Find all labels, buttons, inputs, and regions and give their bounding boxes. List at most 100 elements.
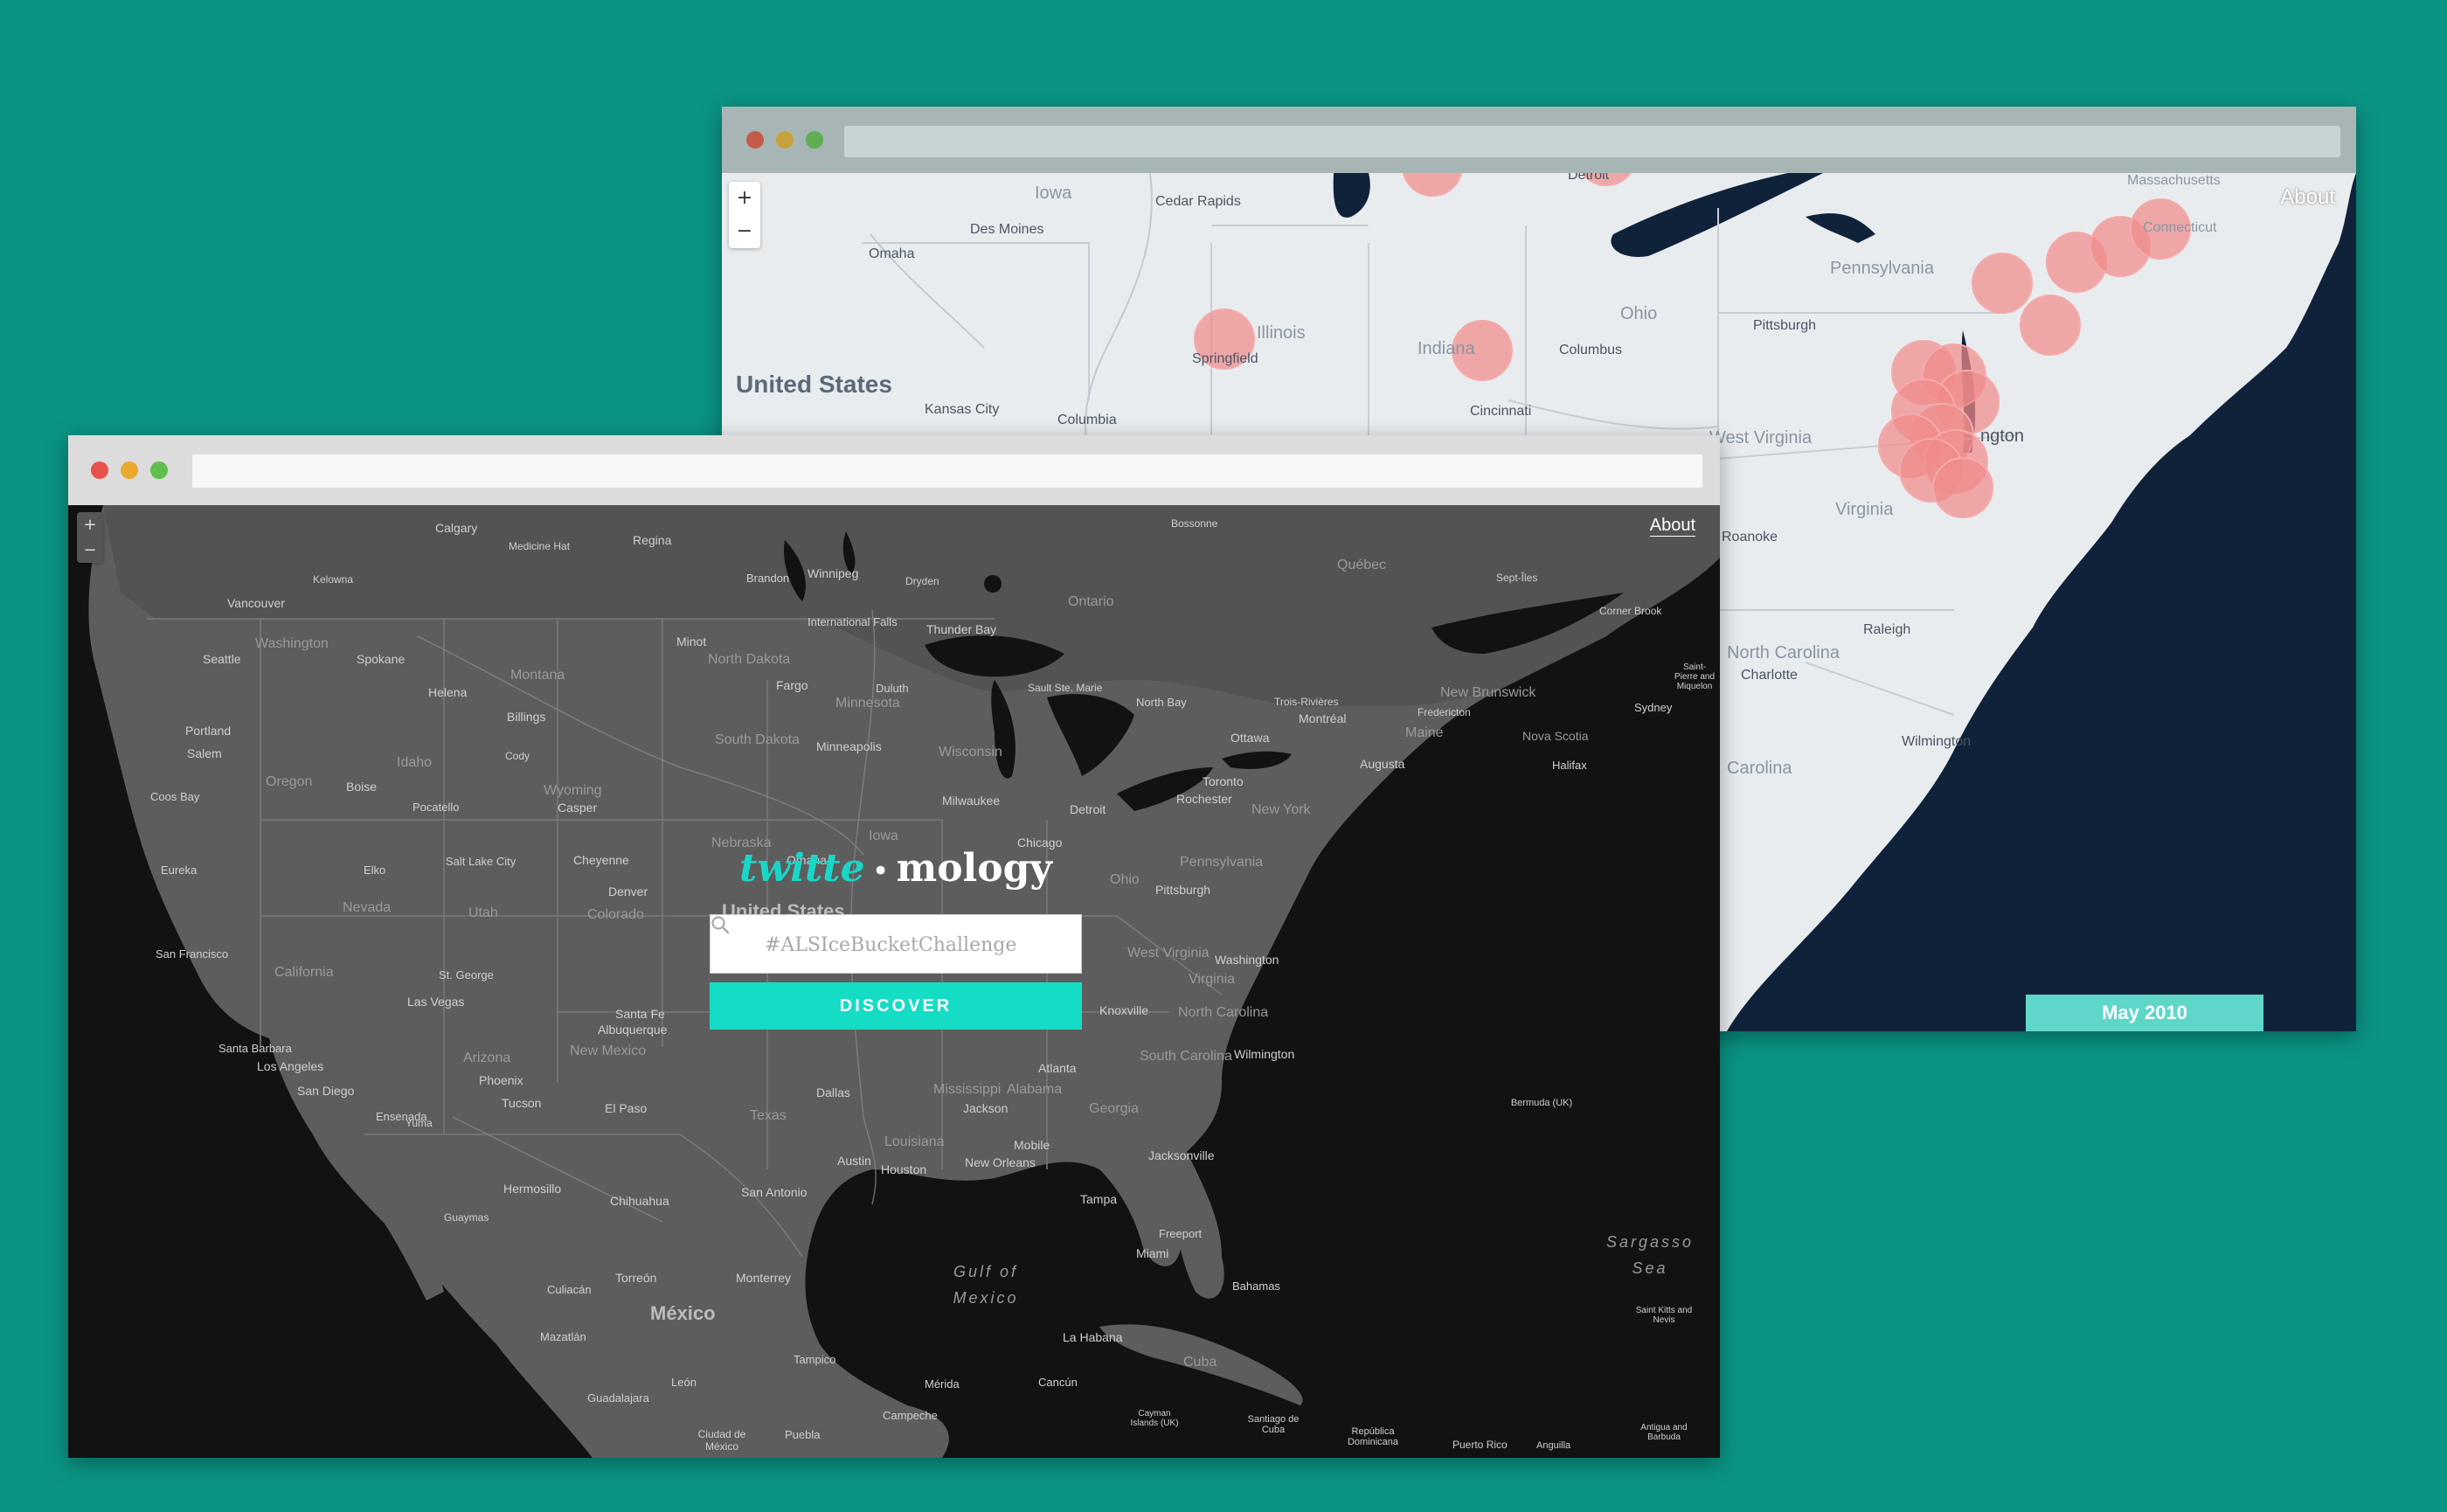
label-portland: Portland (185, 724, 232, 738)
logo-right-text: mology (896, 846, 1052, 891)
label-colorado: Colorado (587, 907, 644, 922)
discover-button[interactable]: DISCOVER (710, 982, 1082, 1030)
label-detroit: Detroit (1568, 173, 1610, 183)
front-about-link[interactable]: About (1649, 516, 1695, 537)
search-panel: twitte•mology DISCOVER (710, 844, 1082, 1030)
label-la-habana: La Habana (1063, 1330, 1123, 1344)
label-houston: Houston (881, 1162, 927, 1176)
label-hermosillo: Hermosillo (503, 1182, 562, 1196)
label-culiacan: Culiacán (547, 1283, 592, 1296)
label-dallas: Dallas (816, 1085, 850, 1099)
label-monterrey: Monterrey (736, 1271, 792, 1285)
label-saint-pierre: Saint-Pierre and Miquelon (1674, 662, 1716, 691)
label-washington-dc: Washington (1215, 953, 1279, 967)
label-kansas-city: Kansas City (925, 402, 1000, 417)
label-miami: Miami (1136, 1246, 1169, 1260)
logo-left-text: twitte (739, 846, 865, 891)
label-oregon: Oregon (266, 774, 313, 789)
label-ciudad-de-mexico: Ciudad de México (697, 1428, 746, 1453)
label-vancouver: Vancouver (227, 596, 285, 610)
label-roanoke: Roanoke (1722, 530, 1778, 544)
label-ohio: Ohio (1620, 304, 1658, 323)
close-dot-icon[interactable] (746, 131, 764, 149)
label-casper: Casper (558, 801, 598, 815)
label-cuba: Cuba (1183, 1355, 1217, 1370)
label-wyoming: Wyoming (544, 783, 602, 798)
zoom-in-button[interactable]: + (77, 512, 103, 538)
label-springfield: Springfield (1192, 351, 1258, 366)
label-jacksonville: Jacksonville (1148, 1148, 1215, 1162)
label-united-states: United States (736, 371, 892, 398)
data-bubble (2020, 295, 2081, 356)
label-albuquerque: Albuquerque (598, 1023, 668, 1037)
label-seattle: Seattle (203, 652, 241, 666)
label-tucson: Tucson (502, 1096, 542, 1110)
back-zoom-control: + − (729, 182, 760, 248)
label-pennsylvania: Pennsylvania (1180, 855, 1264, 870)
label-cincinnati: Cincinnati (1470, 404, 1532, 419)
data-bubble (1972, 253, 2033, 314)
close-dot-icon[interactable] (91, 461, 108, 479)
hashtag-search-input[interactable] (763, 915, 1072, 974)
label-sault-ste-marie: Sault Ste. Marie (1028, 682, 1103, 694)
label-eureka: Eureka (161, 864, 198, 877)
label-virginia: Virginia (1835, 500, 1894, 519)
search-field[interactable] (710, 914, 1082, 974)
back-address-bar[interactable] (844, 126, 2340, 157)
label-connecticut: Connecticut (2143, 220, 2217, 235)
label-ottawa: Ottawa (1230, 731, 1270, 745)
minimize-dot-icon[interactable] (121, 461, 138, 479)
label-iowa: Iowa (1035, 184, 1072, 203)
label-sept-iles: Sept-Îles (1496, 572, 1538, 584)
data-bubble (1932, 457, 1993, 518)
label-helena: Helena (428, 685, 468, 699)
label-alabama: Alabama (1007, 1082, 1063, 1097)
back-titlebar (722, 107, 2356, 173)
zoom-in-button[interactable]: + (729, 182, 760, 215)
label-cayman: Cayman Islands (UK) (1130, 1409, 1179, 1428)
label-sargasso-sea: Sargasso Sea (1605, 1233, 1695, 1277)
label-idaho: Idaho (397, 755, 433, 770)
label-san-diego: San Diego (297, 1084, 355, 1098)
label-knoxville: Knoxville (1099, 1003, 1149, 1017)
label-wilmington: Wilmington (1234, 1047, 1295, 1061)
label-international-falls: International Falls (808, 615, 898, 628)
label-st-george: St. George (439, 968, 494, 981)
label-spokane: Spokane (357, 652, 406, 666)
label-pittsburgh: Pittsburgh (1753, 318, 1817, 333)
label-duluth: Duluth (876, 682, 909, 695)
zoom-out-button[interactable]: − (729, 215, 760, 248)
label-montreal: Montréal (1299, 711, 1347, 725)
label-guadalajara: Guadalajara (587, 1391, 649, 1404)
label-tampico: Tampico (794, 1353, 836, 1366)
front-titlebar (68, 435, 1720, 505)
zoom-out-button[interactable]: − (77, 538, 103, 563)
label-halifax: Halifax (1552, 759, 1587, 772)
front-map[interactable]: Calgary Regina Medicine Hat Vancouver Ke… (68, 505, 1720, 1458)
label-louisiana: Louisiana (884, 1134, 945, 1149)
label-pittsburgh: Pittsburgh (1155, 883, 1211, 897)
label-jackson: Jackson (963, 1101, 1009, 1115)
search-icon (711, 916, 730, 934)
label-north-dakota: North Dakota (708, 652, 791, 667)
label-texas: Texas (750, 1108, 787, 1123)
back-about-link[interactable]: About (2280, 185, 2335, 210)
label-virginia: Virginia (1189, 972, 1236, 987)
label-west-virginia: West Virginia (1709, 428, 1813, 447)
timeline-date-button[interactable]: May 2010 (2026, 995, 2263, 1031)
maximize-dot-icon[interactable] (150, 461, 168, 479)
label-trois-rivieres: Trois-Rivières (1274, 696, 1339, 708)
label-north-carolina: North Carolina (1178, 1005, 1269, 1020)
label-carolina: Carolina (1727, 759, 1792, 778)
minimize-dot-icon[interactable] (776, 131, 794, 149)
maximize-dot-icon[interactable] (806, 131, 823, 149)
label-atlanta: Atlanta (1038, 1061, 1077, 1075)
label-maine: Maine (1405, 725, 1444, 740)
front-address-bar[interactable] (192, 454, 1702, 488)
label-bossonne: Bossonne (1171, 517, 1218, 530)
label-leon: León (671, 1376, 697, 1389)
label-washington: Washington (255, 636, 329, 651)
label-salt-lake-city: Salt Lake City (446, 855, 516, 868)
label-torreon: Torreón (615, 1271, 657, 1285)
label-indiana: Indiana (1418, 339, 1475, 358)
